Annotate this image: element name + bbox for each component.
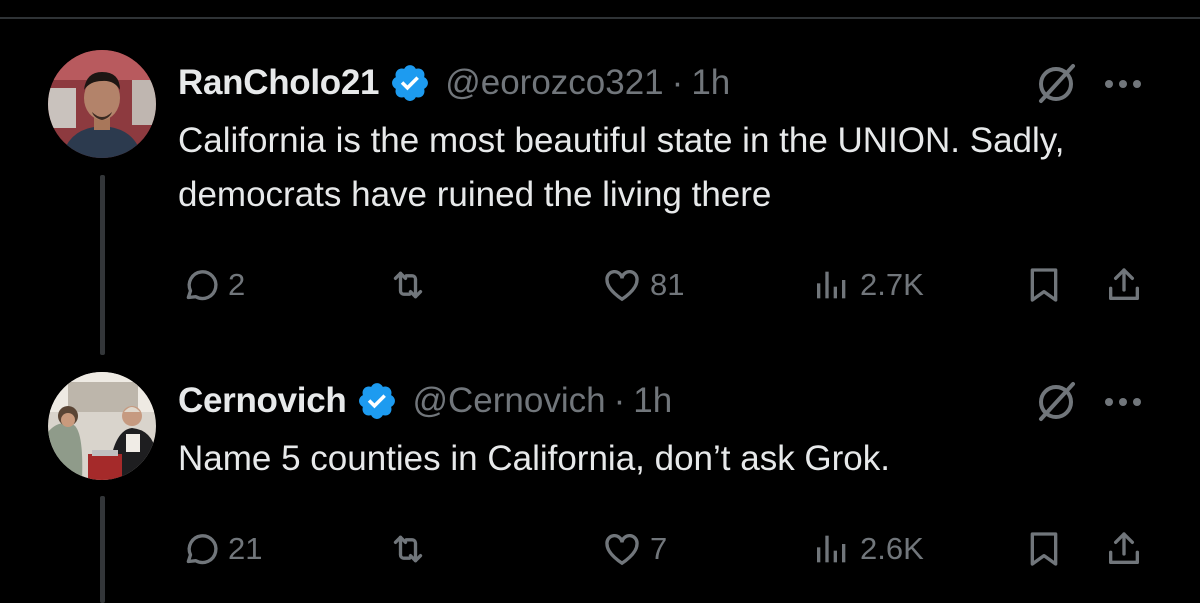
tweet-text: California is the most beautiful state i… <box>178 121 1065 214</box>
like-button[interactable]: 7 <box>602 524 667 574</box>
share-button[interactable] <box>1104 260 1144 310</box>
avatar[interactable] <box>48 50 156 158</box>
reply-button[interactable]: 21 <box>180 524 262 574</box>
repost-button[interactable] <box>388 260 428 310</box>
heart-icon <box>605 533 639 566</box>
user-handle[interactable]: @Cernovich <box>412 381 605 421</box>
views-icon <box>817 535 846 563</box>
like-count: 7 <box>650 531 668 566</box>
views-icon <box>817 271 846 299</box>
repost-icon <box>393 271 423 299</box>
reply-button[interactable]: 2 <box>180 260 245 310</box>
like-count: 81 <box>650 267 685 302</box>
action-bar: 21 7 2.6K <box>0 524 1200 574</box>
reply-count: 2 <box>228 267 246 302</box>
bookmark-button[interactable] <box>1024 524 1064 574</box>
reply-icon <box>186 534 218 565</box>
share-icon <box>1109 268 1139 300</box>
bookmark-icon <box>1030 532 1058 566</box>
grok-icon[interactable] <box>1033 378 1079 424</box>
views-count: 2.7K <box>860 267 924 302</box>
timestamp[interactable]: 1h <box>633 381 672 421</box>
share-icon <box>1109 532 1139 564</box>
separator-dot: · <box>613 381 626 420</box>
verified-badge-icon <box>356 380 398 422</box>
more-options-icon[interactable] <box>1100 64 1146 104</box>
grok-icon[interactable] <box>1033 60 1079 106</box>
like-button[interactable]: 81 <box>602 260 684 310</box>
display-name[interactable]: Cernovich <box>178 381 347 421</box>
timestamp[interactable]: 1h <box>691 63 730 103</box>
views-count: 2.6K <box>860 531 924 566</box>
views-button[interactable]: 2.7K <box>812 260 924 310</box>
reply-count: 21 <box>228 531 263 566</box>
more-options-icon[interactable] <box>1100 382 1146 422</box>
bookmark-icon <box>1030 268 1058 302</box>
avatar[interactable] <box>48 372 156 480</box>
views-button[interactable]: 2.6K <box>812 524 924 574</box>
user-handle[interactable]: @eorozco321 <box>445 63 663 103</box>
tweet-header: Cernovich @Cernovich · 1h <box>178 376 672 426</box>
bookmark-button[interactable] <box>1024 260 1064 310</box>
share-button[interactable] <box>1104 524 1144 574</box>
display-name[interactable]: RanCholo21 <box>178 63 380 103</box>
repost-button[interactable] <box>388 524 428 574</box>
top-divider <box>0 17 1200 19</box>
verified-badge-icon <box>389 62 431 104</box>
tweet-text: Name 5 counties in California, don’t ask… <box>178 439 890 478</box>
action-bar: 2 81 2.7K <box>0 260 1200 310</box>
tweet-header: RanCholo21 @eorozco321 · 1h <box>178 58 730 108</box>
repost-icon <box>393 535 423 563</box>
heart-icon <box>605 269 639 302</box>
reply-icon <box>186 270 218 301</box>
separator-dot: · <box>671 63 684 102</box>
